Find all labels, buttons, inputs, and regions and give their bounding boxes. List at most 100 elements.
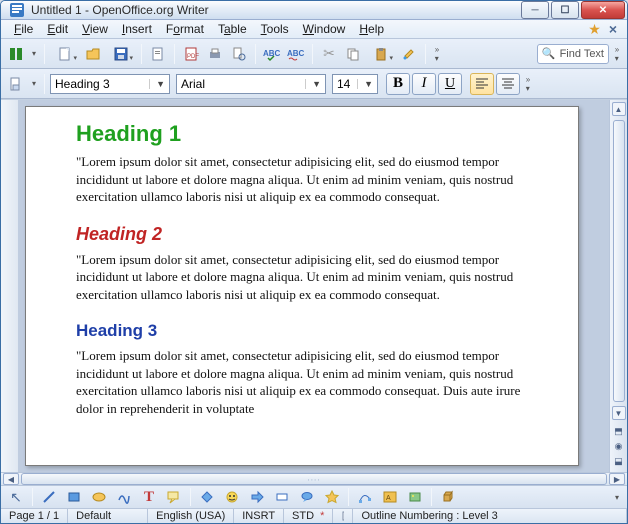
menu-tools[interactable]: Tools — [254, 20, 296, 38]
menu-edit[interactable]: Edit — [40, 20, 75, 38]
close-document-button[interactable]: × — [605, 21, 621, 37]
callout-shapes-button[interactable] — [296, 486, 318, 508]
font-name-combo[interactable]: Arial▼ — [176, 74, 326, 94]
rectangle-tool-button[interactable] — [63, 486, 85, 508]
horizontal-scrollbar[interactable]: ◀ ∙∙∙∙ ▶ — [1, 472, 627, 485]
fontwork-button[interactable]: A — [379, 486, 401, 508]
close-button[interactable]: ✕ — [581, 1, 625, 19]
open-button[interactable] — [82, 43, 104, 65]
styles-button[interactable] — [5, 73, 27, 95]
navigation-icon[interactable]: ◉ — [612, 439, 626, 453]
paragraph-2[interactable]: "Lorem ipsum dolor sit amet, consectetur… — [76, 251, 528, 304]
menu-window[interactable]: Window — [296, 20, 353, 38]
auto-spellcheck-button[interactable]: ABC — [285, 43, 307, 65]
selection-tool-button[interactable]: ↖ — [5, 486, 27, 508]
heading-1[interactable]: Heading 1 — [76, 121, 528, 147]
prev-page-icon[interactable]: ⬒ — [612, 424, 626, 438]
minimize-button[interactable]: ─ — [521, 1, 549, 19]
separator — [44, 44, 45, 64]
scroll-left-button[interactable]: ◀ — [3, 473, 19, 485]
extrusion-button[interactable] — [437, 486, 459, 508]
menu-table[interactable]: Table — [211, 20, 254, 38]
status-language[interactable]: English (USA) — [148, 509, 234, 523]
line-tool-button[interactable] — [38, 486, 60, 508]
statusbar: Page 1 / 1 Default English (USA) INSRT S… — [1, 508, 627, 523]
status-page-style[interactable]: Default — [68, 509, 148, 523]
cut-button[interactable]: ✂ — [318, 43, 340, 65]
separator — [44, 74, 45, 94]
scroll-track-h[interactable]: ∙∙∙∙ — [21, 473, 607, 485]
star-shapes-button[interactable] — [321, 486, 343, 508]
document-viewport[interactable]: Heading 1 "Lorem ipsum dolor sit amet, c… — [19, 100, 609, 472]
status-signature[interactable] — [333, 509, 353, 523]
block-arrows-button[interactable] — [246, 486, 268, 508]
insert-from-file-button[interactable] — [404, 486, 426, 508]
text-tool-button[interactable]: T — [138, 486, 160, 508]
page[interactable]: Heading 1 "Lorem ipsum dolor sit amet, c… — [25, 106, 579, 466]
scroll-thumb-v[interactable] — [613, 120, 625, 402]
print-preview-button[interactable] — [228, 43, 250, 65]
separator — [141, 44, 142, 64]
standard-toolbar: ▾ PDF ABC ABC ✂ »▾ 🔍 Find Text »▾ — [1, 39, 627, 69]
vertical-scrollbar[interactable]: ▲ ▼ ⬒ ◉ ⬓ — [609, 100, 627, 472]
svg-text:A: A — [386, 495, 391, 502]
spellcheck-button[interactable]: ABC — [261, 43, 283, 65]
align-left-button[interactable] — [470, 73, 494, 95]
find-replace-button[interactable] — [5, 43, 27, 65]
save-button[interactable] — [106, 43, 136, 65]
new-button[interactable] — [50, 43, 80, 65]
scroll-up-button[interactable]: ▲ — [612, 102, 626, 116]
svg-text:ABC: ABC — [263, 49, 281, 58]
separator — [255, 44, 256, 64]
paragraph-1[interactable]: "Lorem ipsum dolor sit amet, consectetur… — [76, 153, 528, 206]
menu-format[interactable]: Format — [159, 20, 211, 38]
print-button[interactable] — [204, 43, 226, 65]
status-insert-mode[interactable]: INSRT — [234, 509, 284, 523]
ellipse-tool-button[interactable] — [88, 486, 110, 508]
toolbar-dropdown-2[interactable]: ▾ — [29, 73, 39, 95]
drawing-overflow[interactable]: ▾ — [611, 486, 623, 508]
search-icon: 🔍 — [542, 47, 556, 60]
scroll-right-button[interactable]: ▶ — [609, 473, 625, 485]
menu-view[interactable]: View — [75, 20, 115, 38]
menu-insert[interactable]: Insert — [115, 20, 159, 38]
format-paintbrush-button[interactable] — [398, 43, 420, 65]
bold-button[interactable]: B — [386, 73, 410, 95]
find-overflow[interactable]: »▾ — [611, 43, 623, 65]
basic-shapes-button[interactable] — [196, 486, 218, 508]
toolbar-overflow-2[interactable]: »▾ — [522, 73, 534, 95]
status-selection-mode[interactable]: STD * — [284, 509, 333, 523]
maximize-button[interactable]: ☐ — [551, 1, 579, 19]
paragraph-style-combo[interactable]: Heading 3▼ — [50, 74, 170, 94]
align-center-button[interactable] — [496, 73, 520, 95]
status-page[interactable]: Page 1 / 1 — [1, 509, 68, 523]
scroll-down-button[interactable]: ▼ — [612, 406, 626, 420]
paste-button[interactable] — [366, 43, 396, 65]
points-button[interactable] — [354, 486, 376, 508]
toolbar-overflow-1[interactable]: »▾ — [431, 43, 443, 65]
copy-button[interactable] — [342, 43, 364, 65]
italic-button[interactable]: I — [412, 73, 436, 95]
separator — [174, 44, 175, 64]
heading-3[interactable]: Heading 3 — [76, 321, 528, 341]
freeform-tool-button[interactable] — [113, 486, 135, 508]
status-outline[interactable]: Outline Numbering : Level 3 — [353, 509, 627, 523]
export-pdf-button[interactable]: PDF — [180, 43, 202, 65]
menu-help[interactable]: Help — [352, 20, 391, 38]
paragraph-3[interactable]: "Lorem ipsum dolor sit amet, consectetur… — [76, 347, 528, 417]
font-size-combo[interactable]: 14▼ — [332, 74, 378, 94]
update-icon[interactable]: ★ — [588, 21, 601, 38]
titlebar: Untitled 1 - OpenOffice.org Writer ─ ☐ ✕ — [1, 1, 627, 20]
next-page-icon[interactable]: ⬓ — [612, 454, 626, 468]
underline-button[interactable]: U — [438, 73, 462, 95]
find-text-box[interactable]: 🔍 Find Text — [537, 44, 609, 64]
flowchart-shapes-button[interactable] — [271, 486, 293, 508]
callout-tool-button[interactable] — [163, 486, 185, 508]
heading-2[interactable]: Heading 2 — [76, 224, 528, 245]
edit-file-button[interactable] — [147, 43, 169, 65]
toolbar-dropdown-1[interactable]: ▾ — [29, 43, 39, 65]
scroll-thumb-h[interactable]: ∙∙∙∙ — [21, 473, 607, 485]
menu-file[interactable]: File — [7, 20, 40, 38]
separator — [348, 488, 349, 506]
symbol-shapes-button[interactable] — [221, 486, 243, 508]
